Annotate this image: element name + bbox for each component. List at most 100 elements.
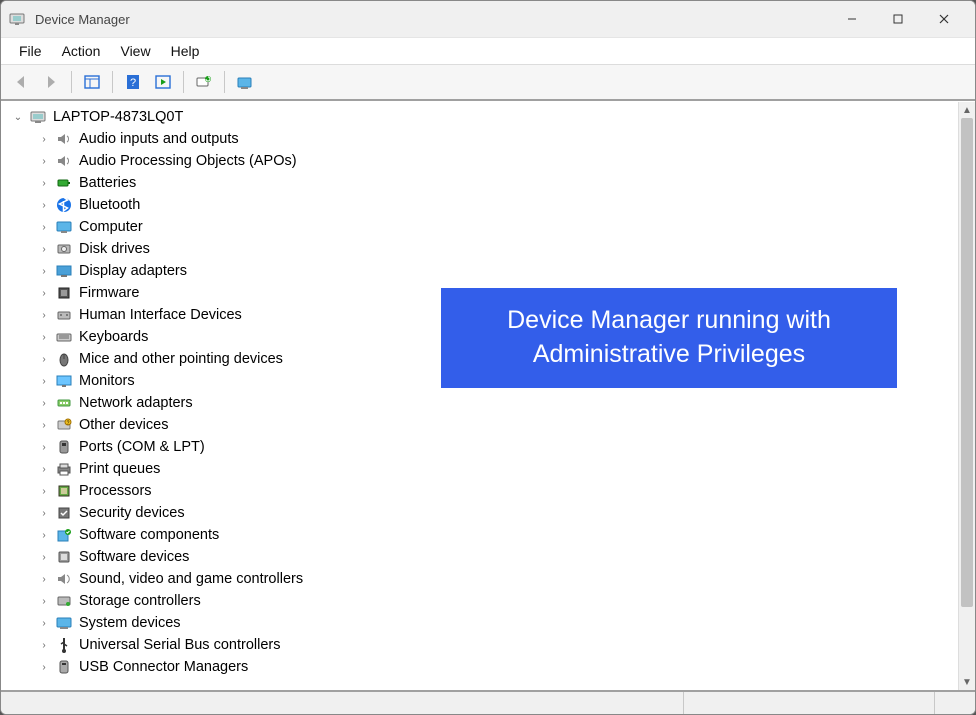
chevron-right-icon[interactable]: › <box>37 508 51 519</box>
chevron-right-icon[interactable]: › <box>37 266 51 277</box>
tree-node-label: Human Interface Devices <box>79 307 242 323</box>
chevron-right-icon[interactable]: › <box>37 420 51 431</box>
menu-help[interactable]: Help <box>161 40 210 62</box>
scan-hardware-button[interactable] <box>190 68 218 96</box>
tree-node-cat-1[interactable]: › Audio Processing Objects (APOs) <box>11 150 958 172</box>
chevron-right-icon[interactable]: › <box>37 530 51 541</box>
toolbar-separator <box>224 71 225 93</box>
chevron-right-icon[interactable]: › <box>37 178 51 189</box>
tree-node-cat-19[interactable]: ›Software devices <box>11 546 958 568</box>
annotation-callout: Device Manager running with Administrati… <box>441 288 897 388</box>
tree-node-cat-4[interactable]: ›Computer <box>11 216 958 238</box>
tree-node-root[interactable]: ⌄LAPTOP-4873LQ0T <box>11 106 958 128</box>
computer-icon <box>55 218 73 236</box>
chevron-right-icon[interactable]: › <box>37 156 51 167</box>
device-tree[interactable]: ⌄LAPTOP-4873LQ0T›Audio inputs and output… <box>1 102 958 690</box>
tree-node-label: Software components <box>79 527 219 543</box>
chevron-right-icon[interactable]: › <box>37 552 51 563</box>
show-hide-tree-button[interactable] <box>78 68 106 96</box>
monitor-icon <box>55 372 73 390</box>
tree-node-cat-15[interactable]: ›Print queues <box>11 458 958 480</box>
chevron-right-icon[interactable]: › <box>37 662 51 673</box>
statusbar-segment <box>934 692 975 714</box>
nav-back-button[interactable] <box>7 68 35 96</box>
tree-node-cat-2[interactable]: › Batteries <box>11 172 958 194</box>
chevron-right-icon[interactable]: › <box>37 640 51 651</box>
system-icon <box>55 614 73 632</box>
scroll-up-icon[interactable]: ▲ <box>959 102 975 118</box>
chevron-right-icon[interactable]: › <box>37 376 51 387</box>
tree-node-cat-18[interactable]: › Software components <box>11 524 958 546</box>
chevron-right-icon[interactable]: › <box>37 134 51 145</box>
tree-node-label: Security devices <box>79 505 185 521</box>
chevron-right-icon[interactable]: › <box>37 332 51 343</box>
statusbar-segment <box>1 692 683 714</box>
port-icon <box>55 438 73 456</box>
chevron-right-icon[interactable]: › <box>37 442 51 453</box>
chevron-right-icon[interactable]: › <box>37 464 51 475</box>
tree-node-label: Keyboards <box>79 329 148 345</box>
chevron-right-icon[interactable]: › <box>37 486 51 497</box>
chevron-right-icon[interactable]: › <box>37 574 51 585</box>
device-manager-window: Device Manager File Action View Help <box>0 0 976 715</box>
menubar: File Action View Help <box>1 38 975 65</box>
menu-file[interactable]: File <box>9 40 52 62</box>
tree-node-cat-14[interactable]: ›Ports (COM & LPT) <box>11 436 958 458</box>
tree-node-label: Bluetooth <box>79 197 140 213</box>
tree-node-label: Sound, video and game controllers <box>79 571 303 587</box>
chevron-right-icon[interactable]: › <box>37 310 51 321</box>
hid-icon <box>55 306 73 324</box>
vertical-scrollbar[interactable]: ▲ ▼ <box>958 102 975 690</box>
tree-node-label: Batteries <box>79 175 136 191</box>
close-button[interactable] <box>921 4 967 34</box>
tree-node-cat-22[interactable]: ›System devices <box>11 612 958 634</box>
speaker-icon <box>55 130 73 148</box>
tree-node-cat-16[interactable]: ›Processors <box>11 480 958 502</box>
tree-node-label: Other devices <box>79 417 168 433</box>
chevron-right-icon[interactable]: › <box>37 596 51 607</box>
window-title: Device Manager <box>35 12 130 27</box>
bluetooth-icon <box>55 196 73 214</box>
menu-view[interactable]: View <box>110 40 160 62</box>
svg-text:?: ? <box>130 77 136 89</box>
content-pane: ⌄LAPTOP-4873LQ0T›Audio inputs and output… <box>1 101 975 690</box>
scroll-down-icon[interactable]: ▼ <box>959 674 975 690</box>
tree-node-cat-17[interactable]: › Security devices <box>11 502 958 524</box>
tree-node-cat-12[interactable]: › Network adapters <box>11 392 958 414</box>
chevron-right-icon[interactable]: › <box>37 398 51 409</box>
minimize-button[interactable] <box>829 4 875 34</box>
nav-forward-button[interactable] <box>37 68 65 96</box>
tree-node-label: Audio Processing Objects (APOs) <box>79 153 297 169</box>
tree-node-cat-6[interactable]: ›Display adapters <box>11 260 958 282</box>
toolbar-separator <box>112 71 113 93</box>
add-legacy-hardware-button[interactable] <box>231 68 259 96</box>
chevron-down-icon[interactable]: ⌄ <box>11 112 25 123</box>
tree-node-cat-5[interactable]: ›Disk drives <box>11 238 958 260</box>
display-icon <box>55 262 73 280</box>
tree-node-cat-23[interactable]: ›Universal Serial Bus controllers <box>11 634 958 656</box>
scroll-thumb[interactable] <box>961 118 973 607</box>
tree-node-cat-20[interactable]: › Sound, video and game controllers <box>11 568 958 590</box>
tree-node-label: Network adapters <box>79 395 193 411</box>
tree-node-cat-13[interactable]: ›? Other devices <box>11 414 958 436</box>
chevron-right-icon[interactable]: › <box>37 354 51 365</box>
tree-node-cat-24[interactable]: ›USB Connector Managers <box>11 656 958 678</box>
tree-node-cat-21[interactable]: ›Storage controllers <box>11 590 958 612</box>
chevron-right-icon[interactable]: › <box>37 288 51 299</box>
scroll-track[interactable] <box>959 118 975 674</box>
tree-node-cat-3[interactable]: › Bluetooth <box>11 194 958 216</box>
help-button[interactable]: ? <box>119 68 147 96</box>
chevron-right-icon[interactable]: › <box>37 244 51 255</box>
chevron-right-icon[interactable]: › <box>37 200 51 211</box>
tree-node-label: Firmware <box>79 285 139 301</box>
disk-icon <box>55 240 73 258</box>
maximize-button[interactable] <box>875 4 921 34</box>
chevron-right-icon[interactable]: › <box>37 222 51 233</box>
battery-icon <box>55 174 73 192</box>
other-icon: ? <box>55 416 73 434</box>
speaker-icon <box>55 152 73 170</box>
tree-node-cat-0[interactable]: ›Audio inputs and outputs <box>11 128 958 150</box>
action-button[interactable] <box>149 68 177 96</box>
chevron-right-icon[interactable]: › <box>37 618 51 629</box>
menu-action[interactable]: Action <box>52 40 111 62</box>
